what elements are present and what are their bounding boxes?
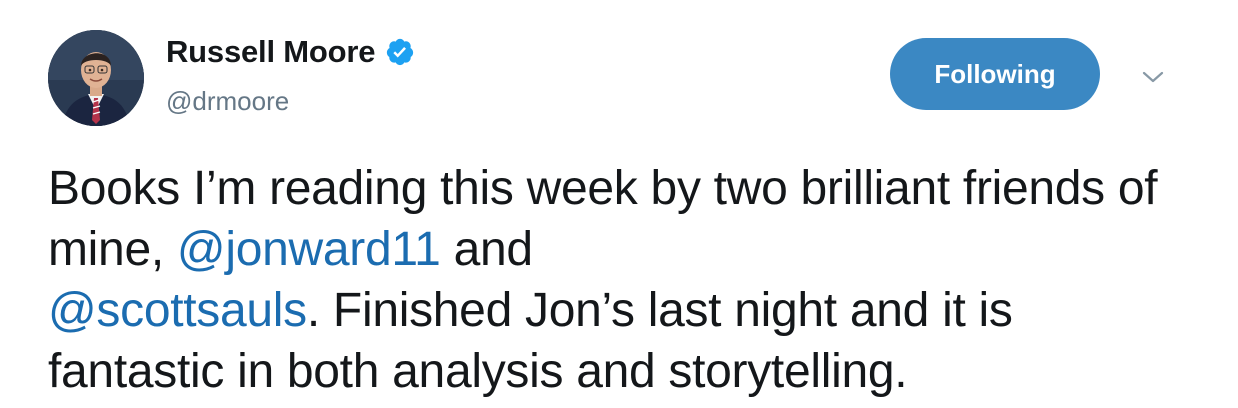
avatar[interactable] — [48, 30, 144, 126]
author-handle[interactable]: @drmoore — [166, 86, 289, 117]
tweet-text-segment: and — [440, 223, 534, 276]
following-button[interactable]: Following — [890, 38, 1100, 110]
author-name-row: Russell Moore — [166, 34, 415, 70]
tweet-text: Books I’m reading this week by two brill… — [48, 158, 1198, 402]
chevron-down-icon[interactable] — [1140, 64, 1166, 90]
avatar-image — [48, 30, 144, 126]
mention-link-jonward11[interactable]: @jonward11 — [177, 223, 441, 276]
author-display-name[interactable]: Russell Moore — [166, 34, 375, 70]
tweet-card: Russell Moore @drmoore Following Books I… — [0, 0, 1238, 408]
verified-badge-icon — [385, 37, 415, 67]
mention-link-scottsauls[interactable]: @scottsauls — [48, 284, 307, 337]
